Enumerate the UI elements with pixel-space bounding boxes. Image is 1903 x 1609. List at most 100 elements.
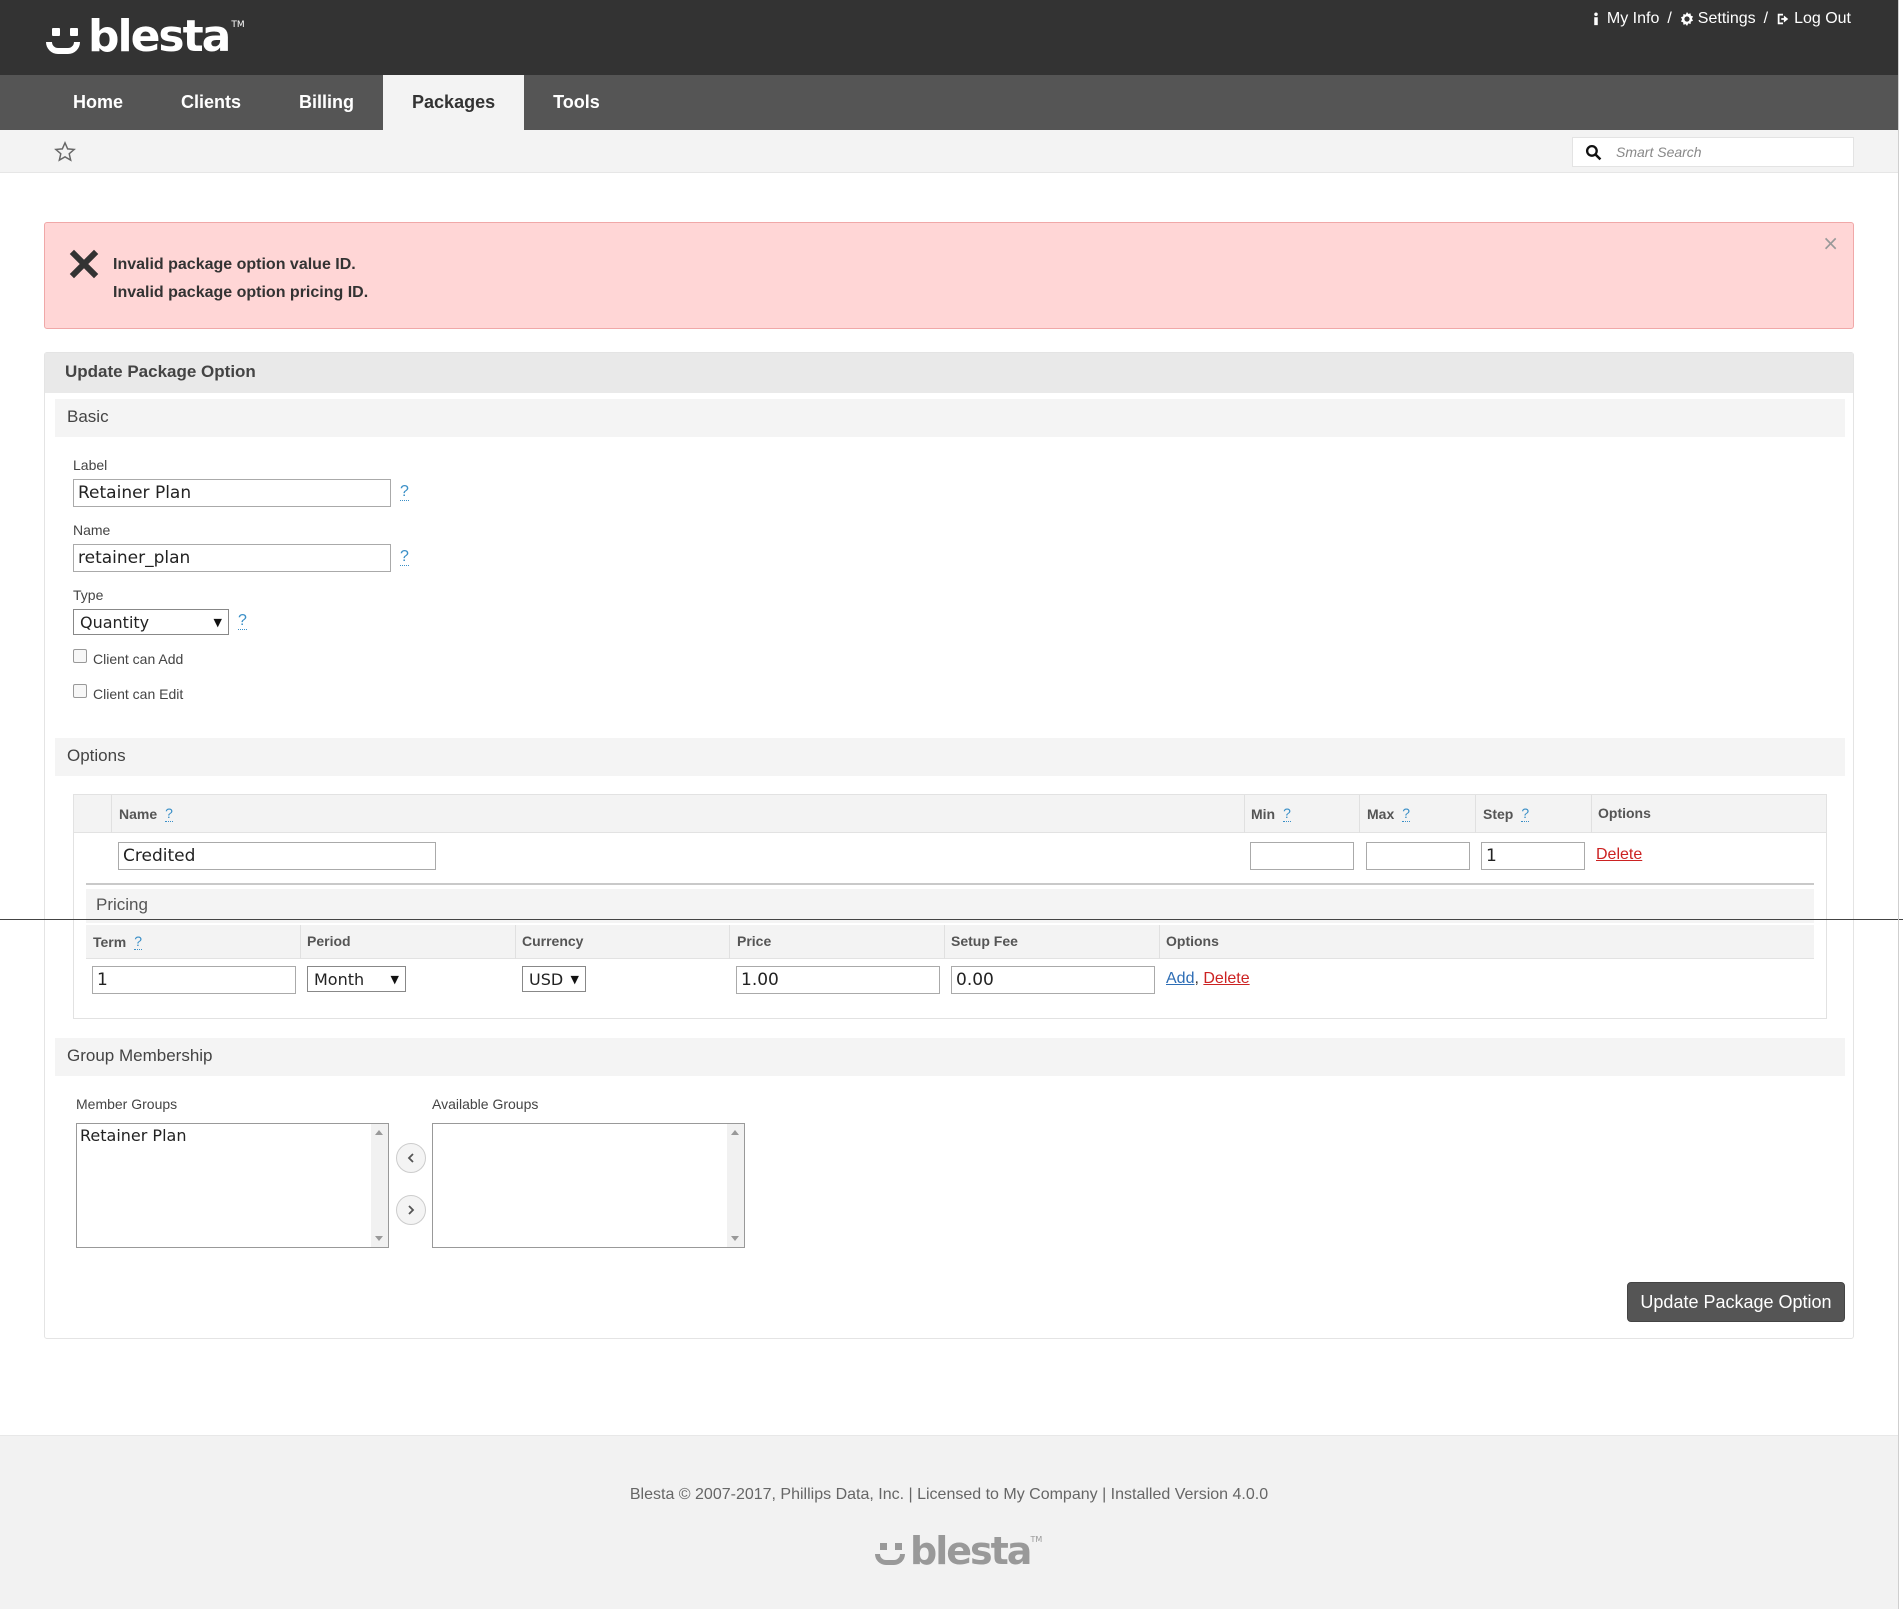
pricing-row-actions: Add, Delete <box>1166 970 1250 987</box>
period-selected-value: Month <box>314 969 365 989</box>
alert-messages: Invalid package option value ID. Invalid… <box>113 251 368 307</box>
main-nav: Home Clients Billing Packages Tools <box>0 75 1898 130</box>
footer: Blesta © 2007-2017, Phillips Data, Inc. … <box>0 1435 1898 1609</box>
blesta-smile-icon <box>874 1535 908 1571</box>
logo-wordmark: blesta <box>88 11 231 62</box>
option-step-input[interactable] <box>1481 842 1585 870</box>
price-input[interactable] <box>736 966 940 994</box>
label-input[interactable] <box>73 479 391 507</box>
period-select[interactable]: Month ▼ <box>307 966 406 992</box>
error-x-icon <box>69 249 99 279</box>
col-max: Max? <box>1367 805 1411 822</box>
member-groups-label: Member Groups <box>76 1096 178 1112</box>
blesta-smile-icon <box>44 20 84 60</box>
name-input[interactable] <box>73 544 391 572</box>
option-max-input[interactable] <box>1366 842 1470 870</box>
update-package-option-panel: Update Package Option Basic Label ? Name… <box>44 352 1854 1339</box>
member-group-item[interactable]: Retainer Plan <box>80 1126 186 1145</box>
pricing-subtable: Pricing Term? Period Currency Price Setu… <box>86 883 1814 1007</box>
my-info-label: My Info <box>1606 10 1660 27</box>
client-can-edit-checkbox[interactable] <box>73 684 87 698</box>
option-delete-link[interactable]: Delete <box>1596 846 1642 864</box>
col-price: Price <box>737 933 772 949</box>
available-groups-list[interactable] <box>432 1123 745 1248</box>
term-col-help[interactable]: ? <box>134 933 142 950</box>
client-can-add-checkbox[interactable] <box>73 649 87 663</box>
move-right-button[interactable] <box>396 1195 426 1225</box>
star-icon[interactable] <box>54 141 76 163</box>
settings-link[interactable]: Settings <box>1680 10 1756 28</box>
tab-clients[interactable]: Clients <box>152 75 270 130</box>
info-icon <box>1594 12 1598 26</box>
logo-tm: TM <box>231 20 245 30</box>
col-currency: Currency <box>522 933 584 949</box>
min-col-help[interactable]: ? <box>1283 805 1291 822</box>
chevron-left-icon <box>407 1153 414 1163</box>
option-min-input[interactable] <box>1250 842 1354 870</box>
footer-wordmark: blesta <box>910 1529 1032 1573</box>
search-icon <box>1585 144 1602 160</box>
pricing-heading: Pricing <box>86 889 1814 923</box>
label-field-label: Label <box>73 457 108 473</box>
client-can-add-label: Client can Add <box>93 651 184 667</box>
max-col-help[interactable]: ? <box>1402 805 1411 822</box>
move-left-button[interactable] <box>396 1143 426 1173</box>
name-field-label: Name <box>73 522 111 538</box>
settings-label: Settings <box>1697 10 1756 27</box>
account-links: My Info / Settings / Log Out <box>1589 10 1851 28</box>
my-info-link[interactable]: My Info <box>1589 10 1659 28</box>
client-can-edit-label: Client can Edit <box>93 686 184 702</box>
available-list-scrollbar[interactable] <box>727 1124 744 1247</box>
col-setup-fee: Setup Fee <box>951 933 1018 949</box>
currency-selected-value: USD <box>529 969 564 989</box>
setup-fee-input[interactable] <box>951 966 1155 994</box>
option-name-input[interactable] <box>118 842 436 870</box>
page-edge <box>1898 0 1899 1609</box>
smart-search[interactable] <box>1572 137 1854 167</box>
link-separator: / <box>1763 10 1769 27</box>
panel-title: Update Package Option <box>45 353 1853 393</box>
pricing-add-link[interactable]: Add <box>1166 970 1194 987</box>
alert-message: Invalid package option value ID. <box>113 256 356 273</box>
step-col-help[interactable]: ? <box>1521 805 1530 822</box>
footer-copyright: Blesta © 2007-2017, Phillips Data, Inc. … <box>629 1486 1269 1503</box>
term-input[interactable] <box>92 966 296 994</box>
type-help[interactable]: ? <box>238 613 247 630</box>
available-groups-label: Available Groups <box>432 1096 539 1112</box>
label-help[interactable]: ? <box>400 484 409 501</box>
caret-down-icon: ▼ <box>390 972 399 986</box>
chevron-right-icon <box>408 1205 415 1215</box>
caret-down-icon: ▼ <box>213 615 222 629</box>
currency-select[interactable]: USD ▼ <box>522 966 586 992</box>
tab-packages[interactable]: Packages <box>383 75 525 130</box>
divider-line <box>0 919 1903 920</box>
name-help[interactable]: ? <box>400 549 409 566</box>
tab-home[interactable]: Home <box>44 75 152 130</box>
member-list-scrollbar[interactable] <box>371 1124 388 1247</box>
link-separator: / <box>1667 10 1672 27</box>
pricing-delete-link[interactable]: Delete <box>1203 970 1249 987</box>
member-groups-list[interactable]: Retainer Plan <box>76 1123 389 1248</box>
section-basic: Basic <box>55 399 1845 437</box>
footer-logo: blesta TM <box>874 1531 1042 1571</box>
top-header: blesta TM My Info / Settings / Log Out <box>0 0 1898 75</box>
name-col-help[interactable]: ? <box>165 805 173 822</box>
tab-tools[interactable]: Tools <box>524 75 629 130</box>
pricing-table-header: Term? Period Currency Price Setup Fee Op… <box>86 925 1814 959</box>
close-icon[interactable]: × <box>1822 231 1839 255</box>
col-name: Name? <box>119 805 173 822</box>
col-pricing-options: Options <box>1166 933 1219 949</box>
caret-down-icon: ▼ <box>570 972 579 986</box>
type-select[interactable]: Quantity ▼ <box>73 609 229 635</box>
blesta-logo[interactable]: blesta TM <box>44 14 245 60</box>
update-package-option-button[interactable]: Update Package Option <box>1627 1282 1845 1322</box>
gear-icon <box>1680 12 1693 26</box>
search-input[interactable] <box>1616 144 1836 160</box>
log-out-link[interactable]: Log Out <box>1776 10 1851 28</box>
sign-out-icon <box>1777 13 1789 25</box>
tab-billing[interactable]: Billing <box>270 75 383 130</box>
options-table-header: Name? Min? Max? Step? Options <box>74 795 1826 833</box>
col-min: Min? <box>1251 805 1291 822</box>
col-term: Term? <box>93 933 142 950</box>
alert-message: Invalid package option pricing ID. <box>113 284 369 301</box>
